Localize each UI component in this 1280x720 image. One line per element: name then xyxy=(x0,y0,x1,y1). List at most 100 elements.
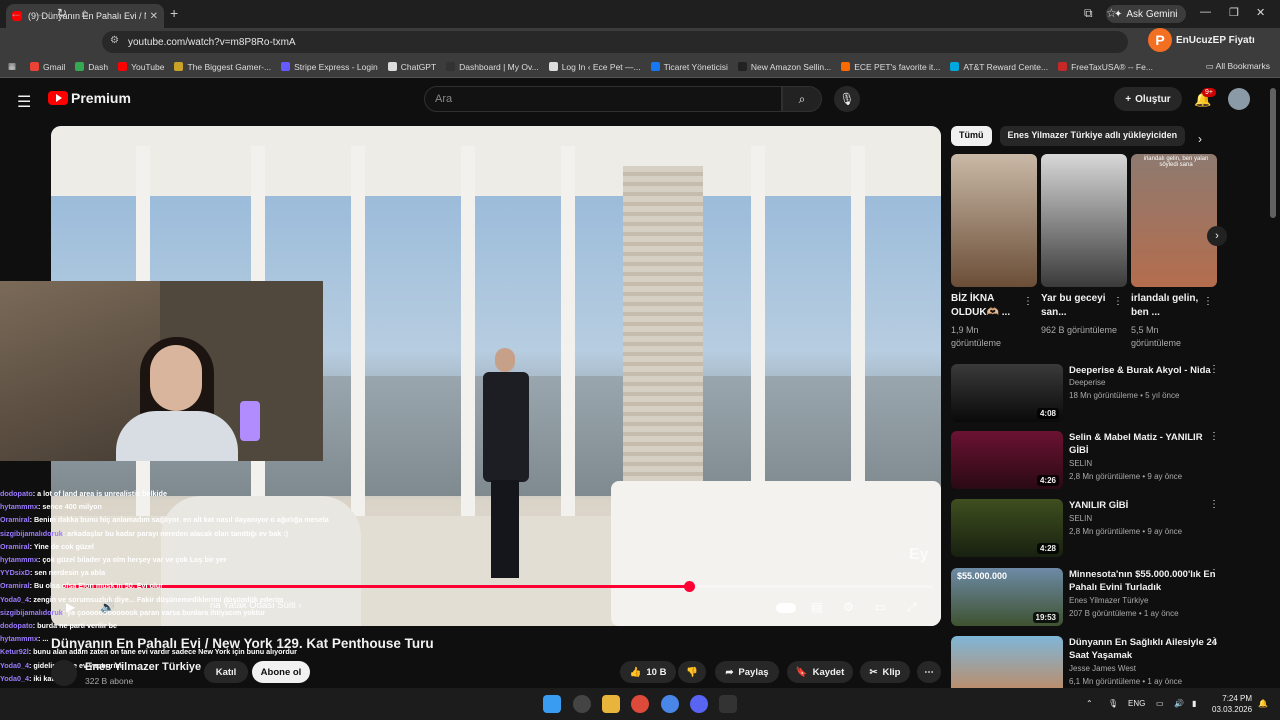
channel-avatar[interactable] xyxy=(51,660,77,686)
close-tab-icon[interactable]: ✕ xyxy=(150,11,158,22)
chrome-icon[interactable] xyxy=(631,695,649,713)
more-vert-icon[interactable]: ⋮ xyxy=(1209,499,1219,510)
short-title[interactable]: BİZ İKNA OLDUK🫶🏼 ... xyxy=(951,292,1031,320)
app-icon[interactable] xyxy=(661,695,679,713)
app-icon[interactable] xyxy=(719,695,737,713)
video-thumbnail[interactable]: 4:26 xyxy=(951,431,1063,489)
settings-icon[interactable]: ⚙ xyxy=(843,600,854,614)
address-bar[interactable]: youtube.com/watch?v=m8P8Ro-txmA xyxy=(102,31,1128,53)
more-vert-icon[interactable]: ⋮ xyxy=(1023,296,1033,307)
bookmark-item[interactable]: Gmail xyxy=(30,62,65,72)
channel-name[interactable]: Enes Yilmazer Türkiye xyxy=(85,661,201,673)
bookmark-item[interactable]: Ticaret Yöneticisi xyxy=(650,62,728,72)
recommended-channel[interactable]: Jesse James West xyxy=(1069,664,1136,673)
chat-username[interactable]: hytammmx xyxy=(0,502,38,511)
short-title[interactable]: Yar bu geceyi san... xyxy=(1041,292,1121,320)
language-indicator[interactable]: ENG xyxy=(1128,699,1145,708)
bookmark-item[interactable]: ECE PET's favorite it... xyxy=(841,62,940,72)
recommended-title[interactable]: Minnesota'nın $55.000.000'lık En Pahalı … xyxy=(1069,568,1219,594)
maximize-icon[interactable]: ❐ xyxy=(1229,6,1239,19)
forward-icon[interactable]: → xyxy=(34,6,46,20)
more-vert-icon[interactable]: ⋮ xyxy=(1203,296,1213,307)
recommended-channel[interactable]: SELIN xyxy=(1069,514,1092,523)
new-tab-icon[interactable]: + xyxy=(170,5,178,21)
recommended-title[interactable]: Dünyanın En Sağlıklı Ailesiyle 24 Saat Y… xyxy=(1069,636,1219,662)
chat-username[interactable]: Yoda0_4 xyxy=(0,674,29,683)
recommended-video[interactable]: 4:26 Selin & Mabel Matiz - YANILIR GİBİ … xyxy=(951,431,1271,493)
bookmark-item[interactable]: The Biggest Gamer-... xyxy=(174,62,271,72)
battery-icon[interactable]: ▮ xyxy=(1192,699,1196,708)
fullscreen-icon[interactable]: ⤢ xyxy=(907,600,917,615)
notification-center-icon[interactable]: 🔔 xyxy=(1258,699,1268,708)
video-thumbnail[interactable]: 4:08 xyxy=(951,364,1063,422)
tray-expand-icon[interactable]: ⌃ xyxy=(1086,699,1093,708)
video-thumbnail[interactable]: $55.000.000 19:53 xyxy=(951,568,1063,626)
dislike-button[interactable]: 👎 xyxy=(678,661,706,683)
back-icon[interactable]: ← xyxy=(10,6,22,20)
chip-all[interactable]: Tümü xyxy=(951,126,992,146)
file-explorer-icon[interactable] xyxy=(602,695,620,713)
network-icon[interactable]: ▭ xyxy=(1156,699,1164,708)
more-actions-button[interactable]: ⋯ xyxy=(917,661,941,683)
autoplay-toggle[interactable] xyxy=(776,603,796,613)
bookmark-item[interactable]: Log In ‹ Ece Pet —... xyxy=(548,62,641,72)
chat-username[interactable]: hytammmx xyxy=(0,634,38,643)
bookmark-item[interactable]: AT&T Reward Cente... xyxy=(950,62,1048,72)
chips-next-icon[interactable]: › xyxy=(1198,132,1202,146)
join-button[interactable]: Katıl xyxy=(204,661,248,683)
more-vert-icon[interactable]: ⋮ xyxy=(1209,364,1219,375)
like-button[interactable]: 👍 10 B xyxy=(620,661,676,683)
create-button[interactable]: + Oluştur xyxy=(1114,87,1182,111)
chat-username[interactable]: Oramiral xyxy=(0,581,30,590)
mic-tray-icon[interactable]: 🎙 xyxy=(1108,699,1118,708)
start-icon[interactable] xyxy=(543,695,561,713)
bookmark-item[interactable]: Dash xyxy=(75,62,108,72)
apps-grid-icon[interactable]: ▦ xyxy=(8,61,16,72)
subtitles-icon[interactable]: ▤ xyxy=(811,600,822,614)
close-window-icon[interactable]: ✕ xyxy=(1256,6,1265,19)
volume-tray-icon[interactable]: 🔊 xyxy=(1174,699,1184,708)
chat-username[interactable]: Yoda0_4 xyxy=(0,661,29,670)
video-thumbnail[interactable]: 4:28 xyxy=(951,499,1063,557)
all-bookmarks-button[interactable]: ▭ All Bookmarks xyxy=(1206,61,1270,72)
clip-button[interactable]: ✂ Klip xyxy=(860,661,910,683)
chat-username[interactable]: Oramiral xyxy=(0,515,30,524)
chat-username[interactable]: hytammmx xyxy=(0,555,38,564)
short-thumbnail[interactable]: irlandalı gelin, ben yalan söyledi sana xyxy=(1131,154,1217,287)
shorts-next-icon[interactable]: › xyxy=(1207,226,1227,246)
bookmark-item[interactable]: ChatGPT xyxy=(387,62,436,72)
recommended-channel[interactable]: SELIN xyxy=(1069,459,1092,468)
recommended-title[interactable]: Selin & Mabel Matiz - YANILIR GİBİ xyxy=(1069,431,1219,457)
home-icon[interactable]: ⌂ xyxy=(81,6,88,20)
subscribe-button[interactable]: Abone ol xyxy=(252,661,310,683)
chat-username[interactable]: dodopato xyxy=(0,621,33,630)
bookmark-item[interactable]: FreeTaxUSA® -- Fe... xyxy=(1058,62,1153,72)
save-button[interactable]: 🔖 Kaydet xyxy=(787,661,853,683)
search-input[interactable]: Ara xyxy=(424,86,782,112)
bookmark-item[interactable]: Stripe Express - Login xyxy=(281,62,378,72)
install-app-icon[interactable]: ⧉ xyxy=(1084,6,1093,21)
more-vert-icon[interactable]: ⋮ xyxy=(1113,296,1123,307)
chat-username[interactable]: Yoda0_4 xyxy=(0,595,29,604)
menu-icon[interactable]: ☰ xyxy=(17,92,31,112)
chat-username[interactable]: Ketur92l xyxy=(0,647,29,656)
reload-icon[interactable]: ↻ xyxy=(57,6,67,20)
more-vert-icon[interactable]: ⋮ xyxy=(1209,636,1219,647)
voice-search-icon[interactable]: 🎙 xyxy=(834,86,860,112)
chat-username[interactable]: YYDsixD xyxy=(0,568,30,577)
chat-username[interactable]: sizgibijamalıdoruk xyxy=(0,529,63,538)
short-thumbnail[interactable] xyxy=(951,154,1037,287)
video-thumbnail[interactable] xyxy=(951,636,1063,694)
page-scrollbar[interactable] xyxy=(1270,88,1276,218)
recommended-video[interactable]: 4:28 YANILIR GİBİ SELIN 2,8 Mn görüntüle… xyxy=(951,499,1271,561)
chat-username[interactable]: sizgibijamalıdoruk xyxy=(0,608,63,617)
youtube-logo[interactable]: Premium xyxy=(48,90,131,106)
chat-username[interactable]: Oramiral xyxy=(0,542,30,551)
site-info-icon[interactable]: ⚙ xyxy=(110,35,119,46)
search-button[interactable]: ⌕ xyxy=(782,86,822,112)
chat-username[interactable]: dodopato xyxy=(0,489,33,498)
enucuzep-extension[interactable]: P EnUcuzEP Fiyatı xyxy=(1148,26,1278,54)
bookmark-star-icon[interactable]: ☆ xyxy=(1106,6,1117,20)
search-taskbar-icon[interactable] xyxy=(573,695,591,713)
short-title[interactable]: irlandalı gelin, ben ... xyxy=(1131,292,1211,320)
